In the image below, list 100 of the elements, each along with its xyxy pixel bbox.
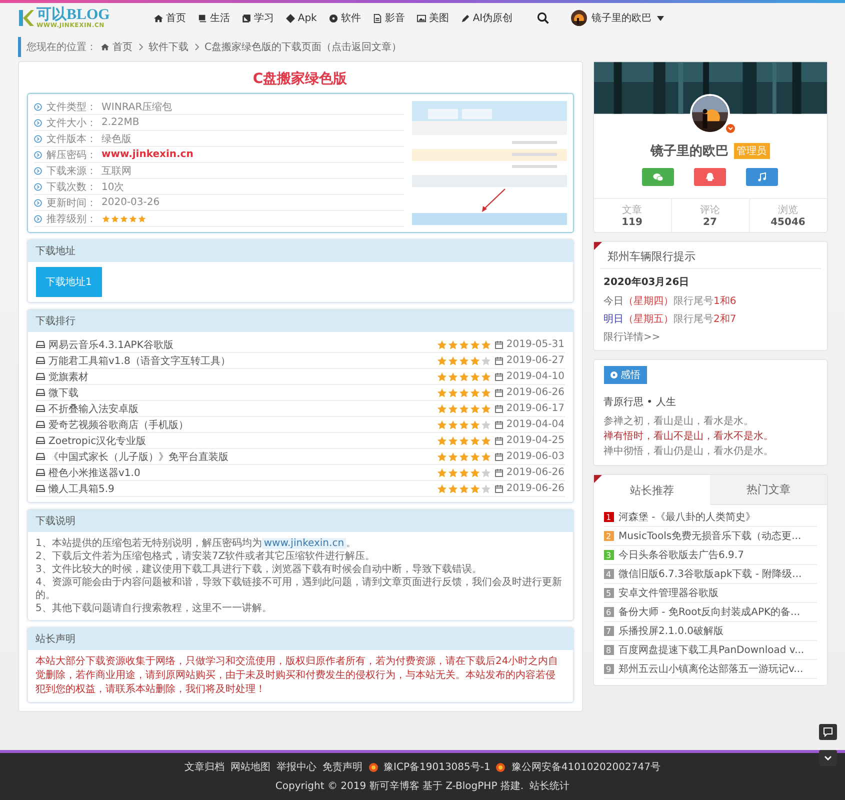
info-label: 文件类型： <box>46 100 96 114</box>
card-title: 郑州车辆限行提示 <box>600 242 820 269</box>
info-label: 文件大小： <box>46 116 96 130</box>
post-link[interactable]: 备份大师 - 免Root反向封装成APK的备... <box>618 605 800 619</box>
info-label: 推荐级别： <box>46 212 96 226</box>
ranking-link[interactable]: Zoetropic汉化专业版 <box>48 434 434 448</box>
post-link[interactable]: 郑州五云山小镇离伦达部落五一游玩记v... <box>618 662 804 676</box>
password-link[interactable]: www.jinkexin.cn <box>262 538 346 549</box>
role-badge: 管理员 <box>734 143 770 159</box>
footer-link[interactable]: 站长统计 <box>530 779 570 793</box>
post-link[interactable]: 今日头条谷歌版去广告6.9.7 <box>618 548 744 562</box>
traffic-date: 2020年03月26日 <box>604 276 690 289</box>
profile-name: 镜子里的欧巴 <box>650 143 728 160</box>
post-link[interactable]: MusicTools免费无损音乐下载（动态更... <box>618 529 802 543</box>
footer-link[interactable]: 文章归档 <box>184 760 225 774</box>
article-title: C盘搬家绿色版 <box>252 70 348 88</box>
panel-header: 下载地址 <box>28 240 572 262</box>
ranking-date: 2019-06-26 <box>506 483 564 494</box>
logo-title: 可以BLOG <box>36 8 110 22</box>
ranking-link[interactable]: 万能君工具箱v1.8（语音文字互转工具） <box>48 354 434 368</box>
password-text: www.jinkexin.cn <box>102 149 194 160</box>
info-label: 更新时间： <box>46 196 96 210</box>
note-line: 2、下载后文件若为压缩包格式，请安装7Z软件或者其它压缩软件进行解压。 <box>36 550 376 563</box>
rank-number: 2 <box>604 531 614 541</box>
panel-header: 下载排行 <box>28 310 572 332</box>
rank-number: 6 <box>604 607 614 617</box>
note-line: 4、资源可能会由于内容问题被和谐，导致下载链接不可用，遇到此问题，请到文章页面进行反馈，我们会及时进行更新的。 <box>36 576 563 602</box>
record-link[interactable]: 豫公网安备41010202002747号 <box>511 760 660 774</box>
nav-link[interactable]: 首页 <box>154 11 186 25</box>
stat-label: 文章 <box>622 204 642 217</box>
record-link[interactable]: 豫ICP备19013085号-1 <box>384 760 490 774</box>
rank-number: 4 <box>604 569 614 579</box>
ranking-link[interactable]: 觉旗素材 <box>48 370 434 384</box>
info-value: 绿色版 <box>102 132 132 146</box>
info-value: 互联网 <box>102 164 132 178</box>
tab[interactable]: 热门文章 <box>710 475 826 505</box>
ranking-link[interactable]: 不折叠输入法安卓版 <box>48 402 434 416</box>
footer-link[interactable]: 网站地图 <box>230 760 271 774</box>
note-line: 1、本站提供的压缩包若无特别说明，解压密码均为 www.jinkexin.cn 。 <box>36 537 358 550</box>
ranking-link[interactable]: 爱奇艺视频谷歌商店（手机版） <box>48 418 434 432</box>
ranking-link[interactable]: 《中国式家长（儿子版）》免平台直装版 <box>48 450 434 464</box>
nav-link[interactable]: 影音 <box>372 11 405 25</box>
nav-link[interactable]: Apk <box>286 12 317 24</box>
details-link[interactable]: 限行详情>> <box>604 332 660 343</box>
stat-label: 评论 <box>700 204 720 217</box>
note-line: 5、其他下载问题请自行搜索教程，这里不一一讲解。 <box>36 602 273 615</box>
info-value: WINRAR压缩包 <box>102 100 172 114</box>
nav-link[interactable]: 学习 <box>242 11 274 25</box>
info-value: 2.22MB <box>102 117 140 128</box>
ranking-date: 2019-06-27 <box>506 355 564 366</box>
nav-link[interactable]: 软件 <box>328 11 361 25</box>
thoughts-badge: 感悟 <box>604 366 646 384</box>
rank-number: 3 <box>604 550 614 560</box>
ranking-date: 2019-04-04 <box>506 419 564 430</box>
rank-number: 9 <box>604 664 614 674</box>
ranking-date: 2019-06-26 <box>506 467 564 478</box>
ranking-link[interactable]: 微下载 <box>48 386 434 400</box>
stat-value: 119 <box>622 217 642 228</box>
breadcrumb-link[interactable]: C盘搬家绿色版的下载页面（点击返回文章） <box>204 40 402 54</box>
nav-link[interactable]: AI伪原创 <box>460 11 513 25</box>
quote-line: 参禅之初，看山是山，看水是水。 <box>604 414 754 429</box>
note-line: 3、文件比较大的时候，建议使用下载工具进行下载，浏览器下载有时候会自动中断，导致下载错误。 <box>36 563 483 576</box>
ranking-link[interactable]: 网易云音乐4.3.1APK谷歌版 <box>48 338 434 352</box>
thoughts-title: 青原行思 • 人生 <box>604 396 677 409</box>
info-value: 10次 <box>102 180 124 194</box>
copyright-text: Copyright © 2019 靳可辛博客 基于 Z-BlogPHP 搭建. <box>275 780 524 793</box>
traffic-line: 今日（星期四）限行尾号1和6 <box>604 294 738 308</box>
post-link[interactable]: 安卓文件管理器谷歌版 <box>618 586 718 600</box>
traffic-line: 明日（星期五）限行尾号2和7 <box>604 312 738 326</box>
footer-link[interactable]: 免责声明 <box>322 760 363 774</box>
ranking-date: 2019-04-10 <box>506 371 564 382</box>
ranking-date: 2019-06-26 <box>506 387 564 398</box>
footer-link[interactable]: 举报中心 <box>276 760 317 774</box>
post-link[interactable]: 乐播投屏2.1.0.0破解版 <box>618 624 724 638</box>
statement-text: 本站大部分下载资源收集于网络，只做学习和交流使用，版权归原作者所有，若为付费资源，请在下载后24小时之内自觉删除，若作商业用途，请到原网站购买，由于未及时购买和付费发生的侵权行为，与本站无关。本站发布的内容若侵犯到您的权益，请联系本站删除，我们将及时处理！ <box>36 655 560 697</box>
rank-number: 1 <box>604 512 614 522</box>
breadcrumb-link[interactable]: 软件下载 <box>148 40 188 54</box>
quote-line: 禅中彻悟，看山仍是山，看水仍是水。 <box>604 444 774 459</box>
nav-link[interactable]: 美图 <box>416 11 449 25</box>
info-label: 下载来源： <box>46 164 96 178</box>
post-link[interactable]: 河森堡 -《最八卦的人类简史》 <box>618 510 756 524</box>
ranking-link[interactable]: 懒人工具箱5.9 <box>48 482 434 496</box>
post-link[interactable]: 百度网盘提速下载工具PanDownload v... <box>618 643 804 657</box>
post-link[interactable]: 微信旧版6.7.3谷歌版apk下载 - 附降级... <box>618 567 802 581</box>
nav-link[interactable]: 生活 <box>198 11 230 25</box>
breadcrumb-link[interactable]: 首页 <box>112 40 132 54</box>
ranking-date: 2019-06-03 <box>506 451 564 462</box>
info-label: 下载次数： <box>46 180 96 194</box>
panel-header: 站长声明 <box>28 628 572 650</box>
rank-number: 7 <box>604 626 614 636</box>
user-name[interactable]: 镜子里的欧巴 <box>592 11 652 25</box>
rank-number: 5 <box>604 588 614 598</box>
ranking-date: 2019-04-25 <box>506 435 564 446</box>
ranking-date: 2019-06-17 <box>506 403 564 414</box>
info-value: 2020-03-26 <box>102 197 160 208</box>
ranking-link[interactable]: 橙色小米推送器v1.0 <box>48 466 434 480</box>
breadcrumb-label: 您现在的位置： <box>26 40 96 54</box>
info-label: 文件版本： <box>46 132 96 146</box>
stat-label: 浏览 <box>778 204 798 217</box>
stat-value: 45046 <box>770 217 806 228</box>
